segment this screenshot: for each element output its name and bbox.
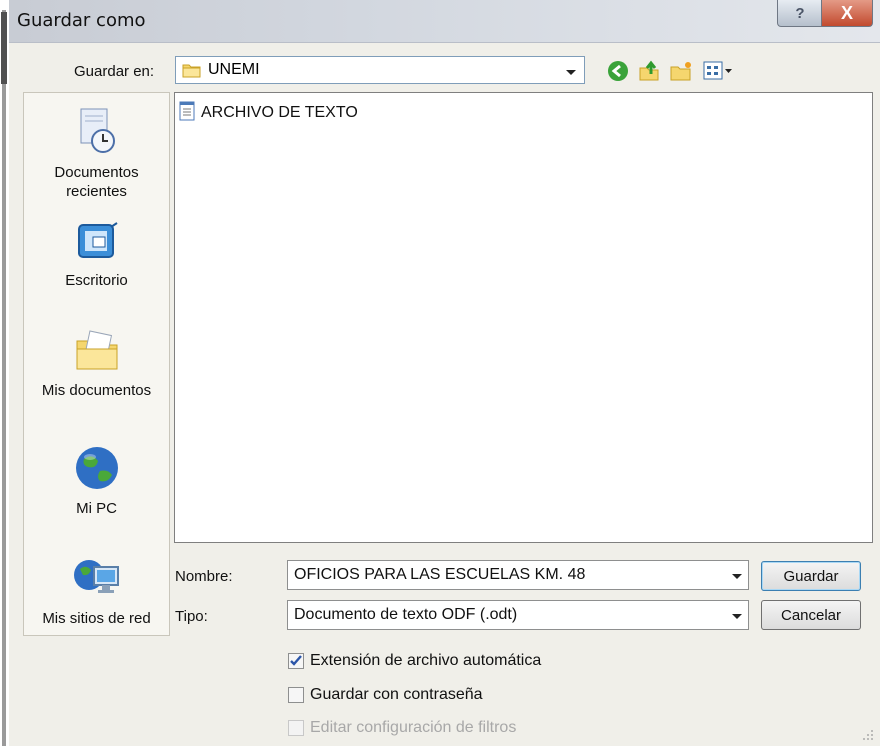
place-label: Mi PC [76,500,117,517]
help-icon: ? [795,4,805,22]
place-label: Mis sitios de red [42,610,151,627]
cancel-button[interactable]: Cancelar [761,600,861,630]
scrollbar-thumb[interactable] [1,12,7,84]
edit-filter-settings-checkbox: Editar configuración de filtros [288,719,516,737]
checkbox-box[interactable] [288,653,304,669]
place-label: Documentos recientes [54,164,139,200]
place-label: Escritorio [65,272,128,289]
chevron-down-icon[interactable] [732,614,742,619]
save-in-dropdown[interactable]: UNEMI [175,56,585,84]
save-button[interactable]: Guardar [761,561,861,591]
place-desktop[interactable]: Escritorio [24,221,169,290]
close-button[interactable]: X [821,0,873,27]
help-button[interactable]: ? [777,0,823,27]
list-item[interactable]: ARCHIVO DE TEXTO [179,101,358,125]
edit-filter-settings-label: Editar configuración de filtros [310,719,517,736]
file-name-input[interactable]: OFICIOS PARA LAS ESCUELAS KM. 48 [287,560,749,590]
save-with-password-label: Guardar con contraseña [310,686,483,703]
place-my-documents[interactable]: Mis documentos [24,329,169,400]
cancel-button-label: Cancelar [780,606,842,624]
chevron-down-icon[interactable] [732,574,742,579]
text-document-icon [179,101,195,125]
place-network[interactable]: Mis sitios de red [24,555,169,628]
views-menu-icon[interactable] [703,60,733,86]
file-type-dropdown[interactable]: Documento de texto ODF (.odt) [287,600,749,630]
scrollbar-track [2,10,6,746]
window-title: Guardar como [17,10,146,31]
network-icon [24,555,169,605]
save-as-dialog: Guardar como ? X Guardar en: UNEMI Docum… [9,0,880,746]
folder-icon [182,62,202,82]
checkbox-box [288,720,304,736]
file-name-label: Nombre: [175,568,233,585]
new-folder-icon[interactable] [669,60,693,86]
globe-icon [24,445,169,495]
title-bar[interactable]: Guardar como ? X [9,0,880,43]
place-label: Mis documentos [41,382,152,399]
places-bar: Documentos recientes Escritorio Mis docu… [23,92,170,636]
close-icon: X [840,2,853,23]
auto-extension-checkbox[interactable]: Extensión de archivo automática [288,652,541,670]
file-list[interactable]: ARCHIVO DE TEXTO [174,92,873,543]
recent-documents-icon [24,107,169,159]
resize-grip-icon[interactable] [861,728,875,746]
save-in-label: Guardar en: [74,63,155,80]
back-icon[interactable] [607,60,629,86]
desktop-icon [24,221,169,267]
background-scrollbar [0,0,8,746]
file-type-label: Tipo: [175,608,208,625]
place-my-pc[interactable]: Mi PC [24,445,169,518]
chevron-down-icon[interactable] [566,70,576,75]
save-in-value: UNEMI [208,61,260,78]
file-name-value: OFICIOS PARA LAS ESCUELAS KM. 48 [294,566,586,583]
save-button-label: Guardar [783,567,839,585]
save-with-password-checkbox[interactable]: Guardar con contraseña [288,686,483,704]
checkmark-icon [290,655,302,666]
checkbox-box[interactable] [288,687,304,703]
file-name: ARCHIVO DE TEXTO [201,104,358,121]
auto-extension-label: Extensión de archivo automática [310,652,542,669]
up-folder-icon[interactable] [637,60,661,86]
place-recent-documents[interactable]: Documentos recientes [24,107,169,201]
file-type-value: Documento de texto ODF (.odt) [294,606,518,623]
my-documents-icon [24,329,169,377]
